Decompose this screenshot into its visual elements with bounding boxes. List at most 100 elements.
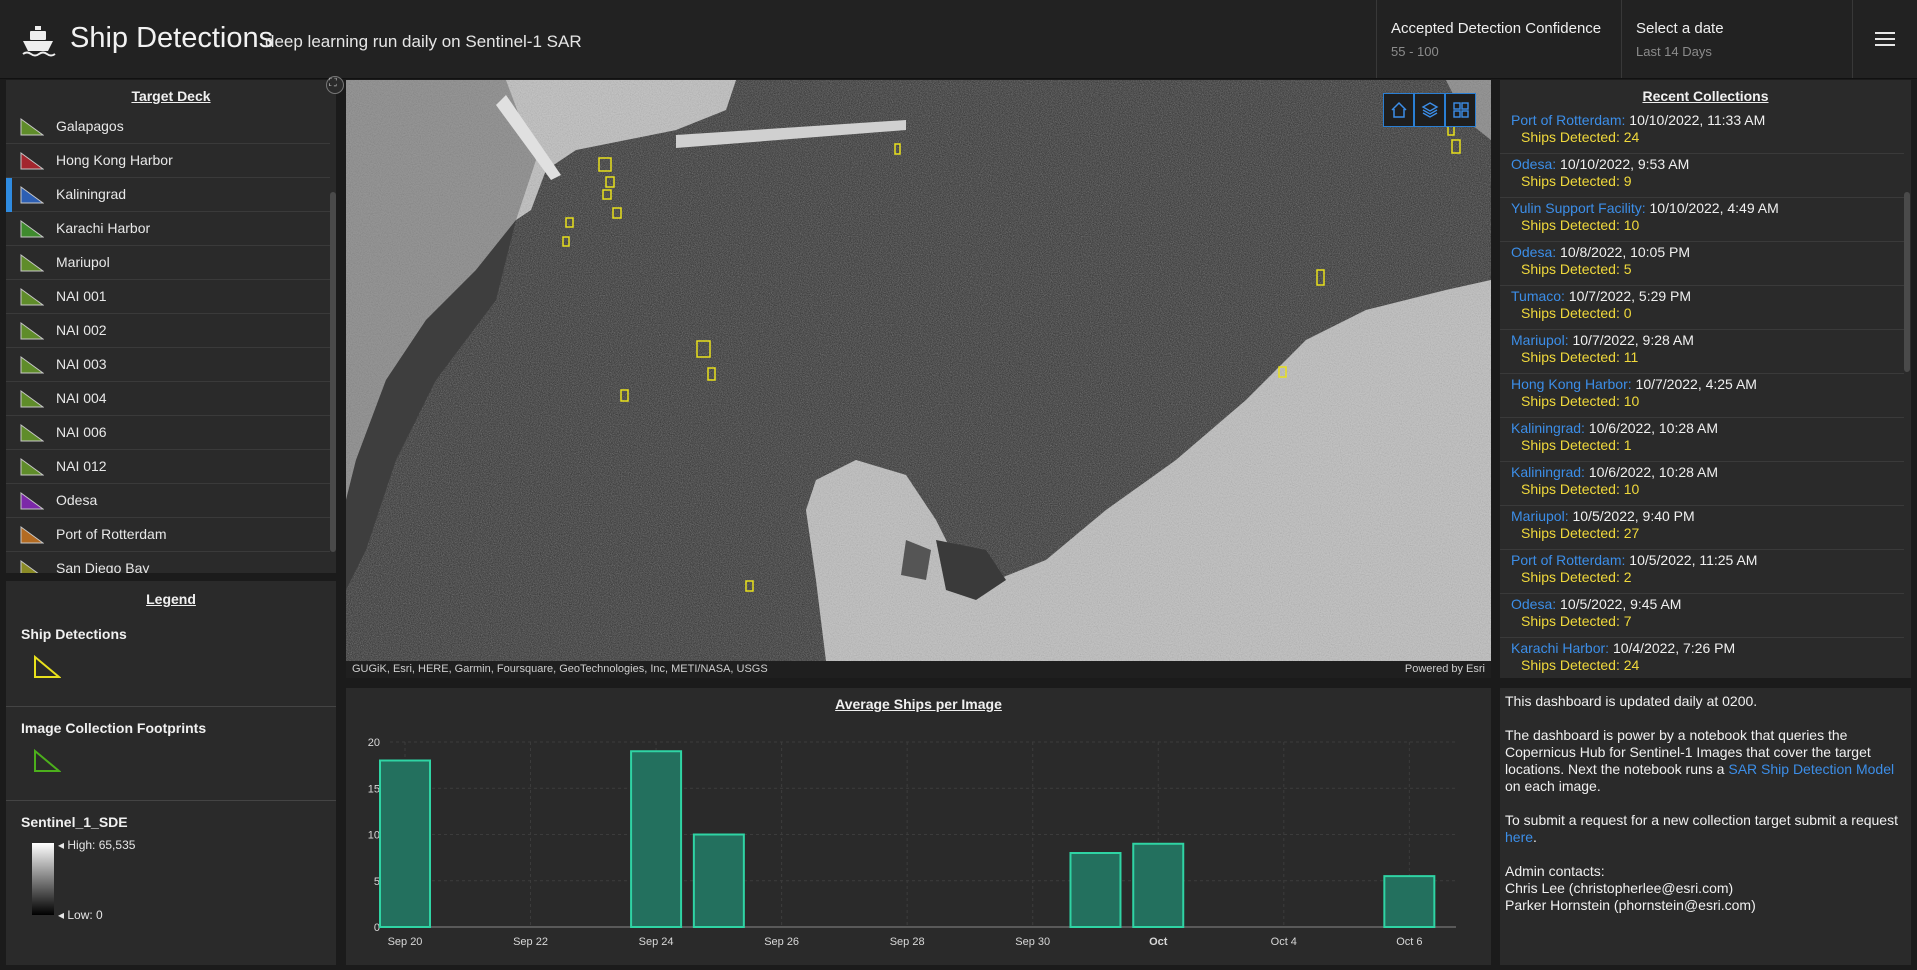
recent-collections-scrollbar[interactable] <box>1904 110 1910 678</box>
confidence-label: Accepted Detection Confidence <box>1391 20 1602 37</box>
target-deck-item[interactable]: NAI 003 <box>6 348 330 382</box>
home-icon <box>1391 101 1407 118</box>
app-subtitle: deep learning run daily on Sentinel-1 SA… <box>265 32 582 51</box>
collection-location[interactable]: Port of Rotterdam: <box>1511 112 1625 128</box>
x-tick-label: Oct 6 <box>1396 936 1422 948</box>
target-deck-item-label: Kaliningrad <box>56 186 127 202</box>
target-deck-item[interactable]: NAI 004 <box>6 382 330 416</box>
x-tick-label: Sep 26 <box>764 936 799 948</box>
request-here-link[interactable]: here <box>1505 829 1533 845</box>
map-view[interactable]: GUGiK, Esri, HERE, Garmin, Foursquare, G… <box>346 80 1491 678</box>
sar-imagery[interactable] <box>346 80 1491 661</box>
y-tick-label: 10 <box>368 830 380 842</box>
ships-detected-count: Ships Detected: 5 <box>1521 261 1632 277</box>
recent-collection-item[interactable]: Tumaco: 10/7/2022, 5:29 PM Ships Detected… <box>1500 286 1904 330</box>
collection-location[interactable]: Mariupol: <box>1511 332 1569 348</box>
target-deck-item[interactable]: Karachi Harbor <box>6 212 330 246</box>
average-ships-chart[interactable]: 05101520Sep 20 Sep 22 Sep 24 Sep 26 Sep 28 Se… <box>346 688 1491 965</box>
recent-collection-item[interactable]: Kaliningrad: 10/6/2022, 10:28 AM Ships De… <box>1500 418 1904 462</box>
chart-bar <box>379 759 431 928</box>
legend-title: Legend <box>146 591 196 607</box>
target-deck-item[interactable]: Port of Rotterdam <box>6 518 330 552</box>
ship-logo-icon <box>22 26 56 57</box>
collection-location[interactable]: Mariupol: <box>1511 508 1569 524</box>
recent-collection-item[interactable]: Mariupol: 10/5/2022, 9:40 PM Ships Detect… <box>1500 506 1904 550</box>
admin-contact-1: Chris Lee (christopherlee@esri.com) <box>1505 880 1734 896</box>
x-tick-label: Sep 20 <box>388 936 423 948</box>
collection-date: 10/10/2022, 9:53 AM <box>1560 156 1690 172</box>
target-deck-item[interactable]: NAI 001 <box>6 280 330 314</box>
collection-location[interactable]: Hong Kong Harbor: <box>1511 376 1632 392</box>
recent-collection-item[interactable]: Kaliningrad: 10/6/2022, 10:28 AM Ships De… <box>1500 462 1904 506</box>
target-deck-scrollbar[interactable] <box>330 110 336 573</box>
confidence-value: 55 - 100 <box>1391 44 1439 59</box>
recent-collection-item[interactable]: Hong Kong Harbor: 10/7/2022, 4:25 AM Ship… <box>1500 374 1904 418</box>
target-deck-item-label: NAI 001 <box>56 288 107 304</box>
polygon-swatch-icon <box>20 560 39 573</box>
map-toolbar <box>1383 93 1476 127</box>
recent-collection-item[interactable]: Mariupol: 10/7/2022, 9:28 AM Ships Detect… <box>1500 330 1904 374</box>
target-deck-item[interactable]: Kaliningrad <box>6 178 330 212</box>
target-deck-item[interactable]: Galapagos <box>6 110 330 144</box>
layers-button[interactable] <box>1414 93 1445 127</box>
recent-collection-item[interactable]: Odesa: 10/5/2022, 9:45 AM Ships Detected:… <box>1500 594 1904 638</box>
collection-location[interactable]: Port of Rotterdam: <box>1511 552 1625 568</box>
collection-location[interactable]: Kaliningrad: <box>1511 464 1585 480</box>
collection-location[interactable]: Yulin Support Facility: <box>1511 200 1646 216</box>
collection-date: 10/7/2022, 4:25 AM <box>1635 376 1757 392</box>
target-deck-item[interactable]: Odesa <box>6 484 330 518</box>
collection-location[interactable]: Kaliningrad: <box>1511 420 1585 436</box>
sar-model-link[interactable]: SAR Ship Detection Model <box>1728 761 1894 777</box>
collection-location[interactable]: Karachi Harbor: <box>1511 640 1609 656</box>
target-deck-item-label: Hong Kong Harbor <box>56 152 173 168</box>
target-deck-item-label: Karachi Harbor <box>56 220 151 236</box>
info-description: The dashboard is power by a notebook tha… <box>1505 727 1895 794</box>
expand-icon[interactable] <box>326 76 344 94</box>
confidence-selector[interactable]: Accepted Detection Confidence 55 - 100 <box>1376 0 1621 78</box>
target-deck-item[interactable]: NAI 006 <box>6 416 330 450</box>
recent-collections-panel: Recent Collections Port of Rotterdam: 10… <box>1500 80 1911 678</box>
target-deck-item[interactable]: Mariupol <box>6 246 330 280</box>
collection-date: 10/6/2022, 10:28 AM <box>1588 464 1719 480</box>
recent-collection-item[interactable]: Port of Rotterdam: 10/5/2022, 11:25 AM Sh… <box>1500 550 1904 594</box>
home-button[interactable] <box>1383 93 1414 127</box>
collection-location[interactable]: Odesa: <box>1511 596 1556 612</box>
chart-bar <box>1132 842 1185 928</box>
target-deck-list[interactable]: Galapagos Hong Kong Harbor Kaliningrad Kara… <box>6 110 330 573</box>
polygon-swatch-icon <box>20 220 44 238</box>
recent-collection-item[interactable]: Odesa: 10/10/2022, 9:53 AM Ships Detected… <box>1500 154 1904 198</box>
basemap-gallery-button[interactable] <box>1445 93 1476 127</box>
x-tick-label: Oct <box>1149 936 1168 948</box>
date-value: Last 14 Days <box>1636 44 1712 59</box>
target-deck-item[interactable]: Hong Kong Harbor <box>6 144 330 178</box>
recent-collection-item[interactable]: Yulin Support Facility: 10/10/2022, 4:49… <box>1500 198 1904 242</box>
collection-location[interactable]: Odesa: <box>1511 244 1556 260</box>
x-tick-label: Sep 22 <box>513 936 548 948</box>
polygon-swatch-icon <box>20 152 44 170</box>
date-label: Select a date <box>1636 20 1724 37</box>
recent-collection-item[interactable]: Karachi Harbor: 10/4/2022, 7:26 PM Ships … <box>1500 638 1904 678</box>
recent-collection-item[interactable]: Port of Rotterdam: 10/10/2022, 11:33 AM S… <box>1500 110 1904 154</box>
polygon-swatch-icon <box>20 254 44 272</box>
collection-location[interactable]: Odesa: <box>1511 156 1556 172</box>
info-update-text: This dashboard is updated daily at 0200. <box>1505 693 1758 709</box>
recent-collection-item[interactable]: Odesa: 10/8/2022, 10:05 PM Ships Detected… <box>1500 242 1904 286</box>
hamburger-menu-icon[interactable] <box>1852 0 1917 78</box>
target-deck-title: Target Deck <box>131 88 211 104</box>
x-tick-label: Sep 28 <box>890 936 925 948</box>
date-selector[interactable]: Select a date Last 14 Days <box>1621 0 1852 78</box>
powered-by-esri[interactable]: Powered by Esri <box>1405 663 1485 675</box>
collection-date: 10/10/2022, 4:49 AM <box>1649 200 1779 216</box>
target-deck-item-label: Odesa <box>56 492 98 508</box>
collection-location[interactable]: Tumaco: <box>1511 288 1565 304</box>
target-deck-item[interactable]: San Diego Bay <box>6 552 330 573</box>
target-deck-panel: Target Deck Galapagos Hong Kong Harbor Kal… <box>6 80 336 573</box>
target-deck-item-label: Galapagos <box>56 118 124 134</box>
target-deck-item[interactable]: NAI 012 <box>6 450 330 484</box>
target-deck-item[interactable]: NAI 002 <box>6 314 330 348</box>
ships-detected-count: Ships Detected: 1 <box>1521 437 1632 453</box>
collection-date: 10/10/2022, 11:33 AM <box>1629 112 1766 128</box>
recent-collections-list[interactable]: Port of Rotterdam: 10/10/2022, 11:33 AM S… <box>1500 110 1904 678</box>
header-bar: Ship Detections deep learning run daily … <box>0 0 1917 79</box>
legend-high-label: ◂ High: 65,535 <box>58 838 136 852</box>
